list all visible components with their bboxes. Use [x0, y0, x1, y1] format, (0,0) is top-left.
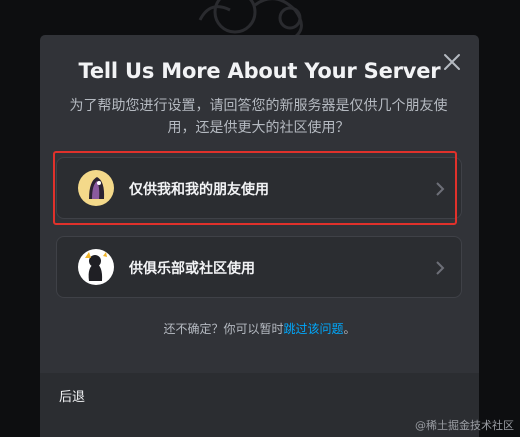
modal-footer — [40, 373, 479, 437]
selection-highlight — [53, 151, 457, 225]
skip-hint-suffix: 。 — [343, 322, 356, 336]
skip-hint-prefix: 还不确定？你可以暂时 — [163, 322, 284, 336]
create-server-modal: Tell Us More About Your Server 为了帮助您进行设置… — [40, 35, 479, 437]
option-community[interactable]: 供俱乐部或社区使用 — [56, 236, 462, 298]
option-community-label: 供俱乐部或社区使用 — [129, 261, 255, 277]
watermark: @稀土掘金技术社区 — [415, 419, 514, 432]
back-button[interactable]: 后退 — [59, 386, 85, 405]
skip-hint: 还不确定？你可以暂时跳过该问题。 — [40, 320, 479, 337]
community-icon — [78, 249, 114, 285]
modal-subtitle: 为了帮助您进行设置，请回答您的新服务器是仅供几个朋友使用，还是供更大的社区使用？ — [69, 98, 448, 136]
chevron-right-icon — [436, 261, 445, 275]
modal-title: Tell Us More About Your Server — [78, 59, 441, 83]
skip-question-link[interactable]: 跳过该问题 — [283, 322, 343, 336]
